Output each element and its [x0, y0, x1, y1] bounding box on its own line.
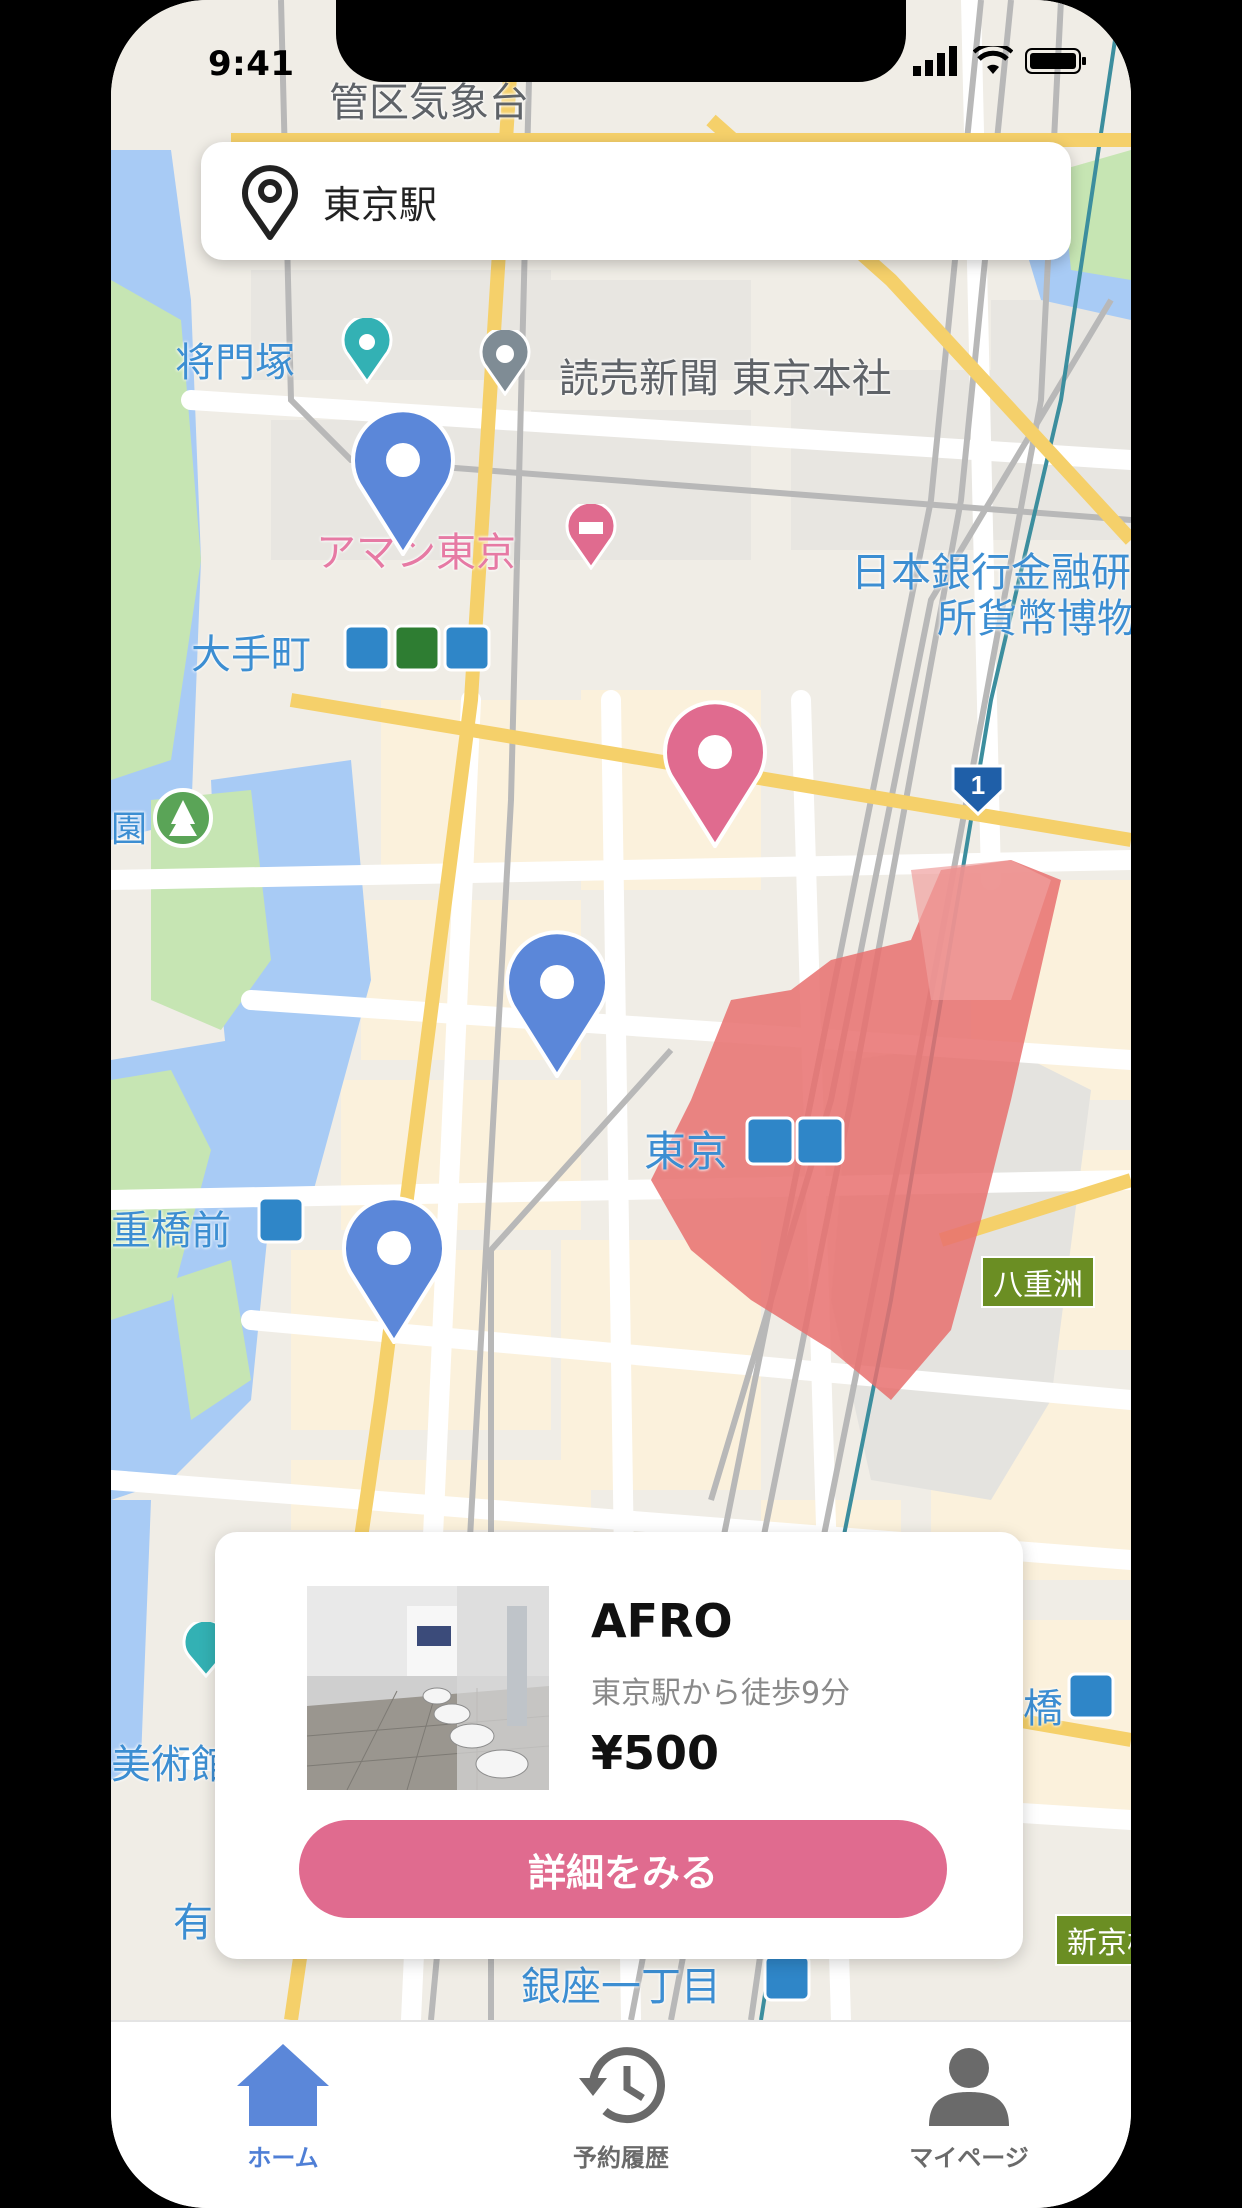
- search-input-value[interactable]: 東京駅: [323, 174, 437, 229]
- map-label-masakado: 将門塚: [175, 340, 295, 386]
- hotel-poi-icon: [565, 504, 617, 570]
- status-time: 9:41: [208, 44, 295, 84]
- person-icon: [929, 2048, 1009, 2126]
- salon-price: ¥500: [591, 1726, 720, 1780]
- tab-home-label: ホーム: [247, 2144, 319, 2172]
- metro-icon-bridge: [1067, 1672, 1115, 1720]
- tab-mypage-label: マイページ: [909, 2144, 1029, 2172]
- map-label-tokyo-station: 東京: [644, 1127, 729, 1176]
- location-pin-icon: [242, 165, 298, 240]
- map-label-bridge: 橋: [1023, 1686, 1063, 1732]
- map-label-museum: 美術館: [111, 1742, 231, 1788]
- map-label-ginza: 銀座一丁目: [521, 1964, 721, 2010]
- salon-marker-selected[interactable]: [663, 700, 767, 848]
- location-search-bar[interactable]: 東京駅: [201, 142, 1071, 260]
- salon-card[interactable]: AFRO 東京駅から徒歩9分 ¥500 詳細をみる: [215, 1532, 1023, 1959]
- transit-icons-tokyo: [745, 1116, 845, 1166]
- route-shield-icon: 1: [951, 764, 1005, 817]
- home-icon: [237, 2044, 329, 2126]
- signal-icon: [913, 46, 957, 76]
- status-icons: [913, 46, 1087, 76]
- teal-poi-icon: [341, 318, 393, 384]
- history-icon: [579, 2047, 665, 2124]
- battery-icon: [1025, 48, 1086, 74]
- salon-photo: [307, 1586, 549, 1790]
- salon-access: 東京駅から徒歩9分: [591, 1676, 851, 1711]
- gray-poi-icon: [479, 330, 531, 396]
- salon-marker-blue[interactable]: [505, 930, 609, 1078]
- map-label-yaesu: 八重洲: [981, 1256, 1095, 1308]
- map-label-shinkyo: 新京橋: [1055, 1914, 1131, 1966]
- metro-icon-nijubashi: [257, 1196, 305, 1244]
- map-label-yu: 有: [173, 1900, 213, 1946]
- tab-history[interactable]: 予約履歴: [511, 2040, 731, 2173]
- salon-marker-blue[interactable]: [351, 408, 455, 556]
- map-label-yomiuri: 読売新聞 東京本社: [559, 356, 892, 402]
- map-label-nijubashi: 重橋前: [111, 1208, 231, 1254]
- transit-icons-otemachi: [343, 624, 491, 672]
- route-number: 1: [971, 770, 985, 800]
- tab-bar: ホーム 予約履歴 マイページ: [111, 2020, 1131, 2208]
- tab-mypage[interactable]: マイページ: [859, 2040, 1079, 2173]
- wifi-icon: [973, 46, 1013, 74]
- phone-screen: 管区気象台 将門塚 読売新聞 東京本社 アマン東京 日本銀行金融研 所貨幣博物 …: [111, 0, 1131, 2208]
- map-label-koen: 園: [111, 809, 148, 850]
- metro-icon-ginza: [763, 1954, 811, 2002]
- tab-history-label: 予約履歴: [573, 2144, 669, 2172]
- map-label-boj-museum: 所貨幣博物: [937, 596, 1131, 642]
- tab-home[interactable]: ホーム: [173, 2040, 393, 2173]
- salon-name: AFRO: [591, 1594, 733, 1648]
- salon-marker-blue[interactable]: [342, 1196, 446, 1344]
- device-notch: [336, 0, 906, 82]
- view-details-button[interactable]: 詳細をみる: [299, 1820, 947, 1918]
- map-label-otemachi: 大手町: [191, 632, 311, 678]
